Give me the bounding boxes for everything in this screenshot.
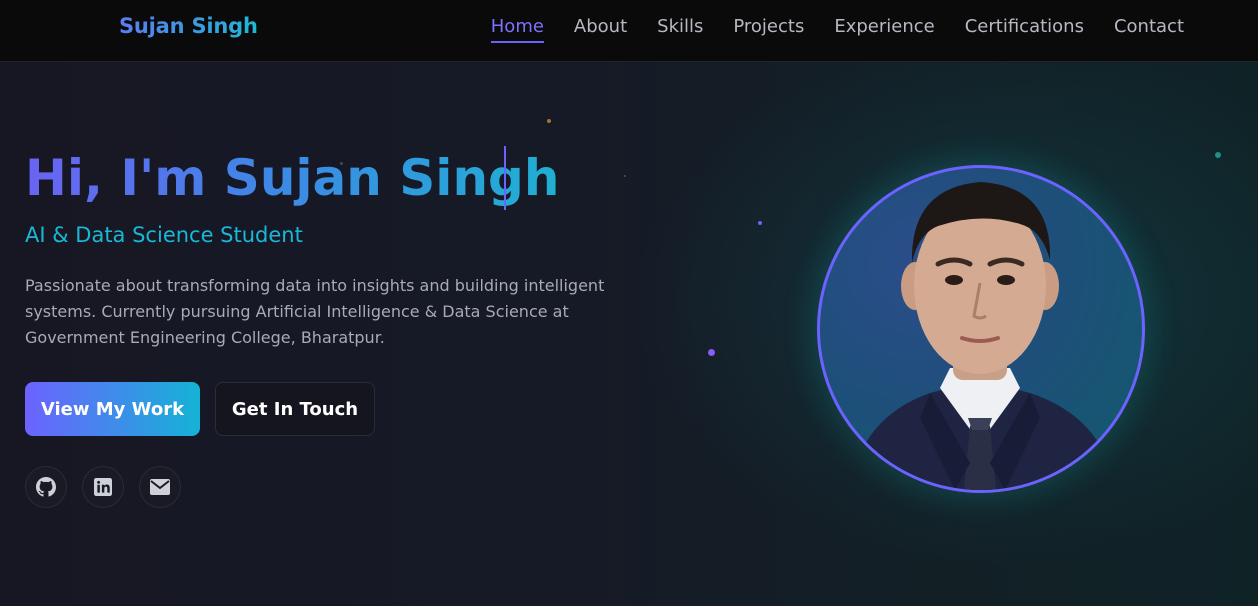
linkedin-link[interactable]	[82, 466, 124, 508]
particle	[758, 221, 762, 225]
github-link[interactable]	[25, 466, 67, 508]
particle	[547, 119, 551, 123]
hero-description: Passionate about transforming data into …	[25, 276, 605, 347]
nav-link-skills[interactable]: Skills	[657, 16, 703, 43]
nav-link-experience[interactable]: Experience	[834, 16, 934, 43]
nav-link-certifications[interactable]: Certifications	[965, 16, 1084, 43]
nav-links: Home About Skills Projects Experience Ce…	[461, 16, 1184, 43]
nav-link-home[interactable]: Home	[490, 16, 545, 43]
envelope-icon	[150, 479, 170, 495]
navbar: Sujan Singh Home About Skills Projects E…	[0, 0, 1258, 62]
particle	[708, 349, 715, 356]
avatar	[817, 165, 1145, 493]
hero-title: Hi, I'm Sujan Singh	[25, 146, 559, 210]
particle	[624, 175, 626, 177]
view-my-work-button[interactable]: View My Work	[25, 382, 200, 436]
page: Sujan Singh Home About Skills Projects E…	[0, 0, 1258, 606]
get-in-touch-button[interactable]: Get In Touch	[215, 382, 375, 436]
nav-link-projects[interactable]: Projects	[733, 16, 804, 43]
email-link[interactable]	[139, 466, 181, 508]
portrait-illustration	[850, 182, 1115, 490]
particle	[1215, 152, 1221, 158]
nav-link-contact[interactable]: Contact	[1114, 16, 1184, 43]
hero-subtitle: AI & Data Science Student	[25, 223, 303, 247]
nav-link-about[interactable]: About	[574, 16, 627, 43]
brand-logo[interactable]: Sujan Singh	[119, 14, 258, 38]
linkedin-icon	[94, 478, 112, 496]
profile-photo	[817, 165, 1145, 493]
typing-caret	[504, 146, 506, 210]
github-icon	[36, 477, 56, 497]
